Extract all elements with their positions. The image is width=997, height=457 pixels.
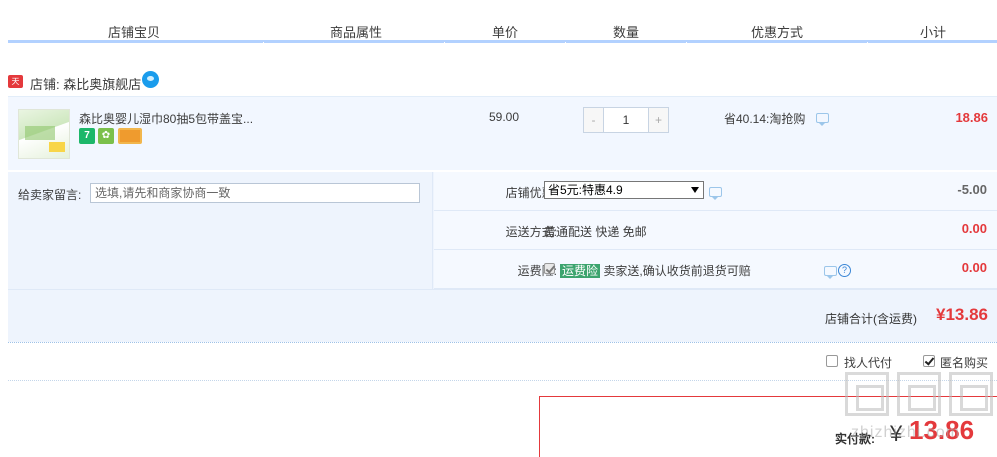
- proxy-pay-label[interactable]: 找人代付: [844, 354, 892, 371]
- shop-total-amount: ¥13.86: [936, 305, 988, 324]
- help-icon[interactable]: ?: [838, 264, 851, 277]
- payment-summary: 实付款: ¥ 13.86: [539, 396, 997, 457]
- header-separator: [565, 42, 566, 45]
- proxy-pay-checkbox[interactable]: [826, 355, 838, 367]
- chevron-down-icon: [691, 187, 699, 193]
- order-options: 给卖家留言: 选填,请先和商家协商一致 店铺优惠: 省5元:特惠4.9 -5.0…: [8, 172, 997, 342]
- shop-total-row: 店铺合计(含运费) ¥13.86: [8, 289, 997, 342]
- quantity-increase-button[interactable]: +: [648, 108, 668, 132]
- credit-card-icon[interactable]: [118, 128, 142, 144]
- anonymous-purchase-label[interactable]: 匿名购买: [940, 354, 988, 371]
- seller-message-input[interactable]: 选填,请先和商家协商一致: [90, 183, 420, 203]
- shipping-insurance-content: 运费险 卖家送,确认收货前退货可赔: [560, 262, 751, 279]
- comment-icon[interactable]: [709, 187, 722, 200]
- promo-text: 省40.14:淘抢购: [724, 112, 806, 126]
- shop-discount-amount: -5.00: [957, 182, 987, 197]
- product-title-link[interactable]: 森比奥婴儿湿巾80抽5包带盖宝...: [79, 110, 253, 127]
- shipping-insurance-amount: 0.00: [961, 260, 987, 275]
- currency-symbol: ¥: [890, 421, 903, 446]
- shipping-row: 运送方式: 普通配送 快递 免邮 0.00: [434, 211, 997, 250]
- column-subtotal: 小计: [920, 25, 947, 40]
- payment-amount: 13.86: [909, 415, 975, 445]
- shipping-insurance-checkbox[interactable]: [544, 263, 555, 274]
- header-separator: [867, 42, 868, 45]
- seven-day-return-icon[interactable]: 7: [79, 128, 95, 144]
- shipping-amount: 0.00: [961, 221, 987, 236]
- shop-total-label: 店铺合计(含运费): [825, 312, 917, 326]
- divider: [8, 342, 997, 343]
- shipping-method: 普通配送 快递 免邮: [544, 225, 647, 239]
- column-shop-item: 店铺宝贝: [108, 25, 161, 40]
- item-subtotal: 18.86: [955, 110, 988, 125]
- product-thumbnail[interactable]: [18, 109, 70, 159]
- shipping-insurance-tag: 运费险: [560, 264, 601, 278]
- comment-icon[interactable]: [824, 266, 837, 279]
- comment-icon[interactable]: [816, 113, 829, 126]
- tmall-icon: 天猫: [8, 75, 23, 99]
- anonymous-purchase-checkbox[interactable]: [923, 355, 935, 367]
- shop-discount-select[interactable]: 省5元:特惠4.9: [544, 181, 704, 199]
- shop-discount-selected: 省5元:特惠4.9: [548, 183, 623, 197]
- payment-label: 实付款:: [835, 432, 875, 446]
- header-divider: [8, 40, 997, 43]
- table-header: 店铺宝贝 商品属性 单价 数量 优惠方式 小计: [8, 0, 997, 42]
- quantity-input[interactable]: 1: [605, 108, 647, 132]
- seller-message-pane: 给卖家留言: 选填,请先和商家协商一致: [8, 172, 433, 289]
- header-separator: [686, 42, 687, 45]
- extra-options-row: 找人代付 匿名购买: [8, 352, 997, 376]
- order-item-row: 森比奥婴儿湿巾80抽5包带盖宝... 7 ✿ 59.00 - 1 + 省40.1…: [8, 96, 997, 170]
- seller-message-label: 给卖家留言:: [18, 188, 82, 202]
- header-separator: [263, 42, 264, 45]
- column-unit-price: 单价: [492, 25, 519, 40]
- shop-discount-row: 店铺优惠: 省5元:特惠4.9 -5.00: [434, 172, 997, 211]
- quantity-stepper: - 1 +: [583, 107, 669, 133]
- shipping-insurance-text: 卖家送,确认收货前退货可赔: [603, 264, 751, 278]
- shop-name-link[interactable]: 店铺: 森比奥旗舰店: [30, 74, 141, 93]
- wangwang-chat-icon[interactable]: [142, 71, 159, 88]
- header-separator: [444, 42, 445, 45]
- column-discount: 优惠方式: [751, 25, 804, 40]
- quality-guarantee-icon[interactable]: ✿: [98, 128, 114, 144]
- quantity-decrease-button[interactable]: -: [584, 108, 604, 132]
- divider: [8, 380, 997, 381]
- shipping-insurance-row: 运费险: 运费险 卖家送,确认收货前退货可赔 ? 0.00: [434, 250, 997, 289]
- column-attributes: 商品属性: [330, 25, 383, 40]
- unit-price: 59.00: [489, 110, 520, 124]
- column-quantity: 数量: [613, 25, 640, 40]
